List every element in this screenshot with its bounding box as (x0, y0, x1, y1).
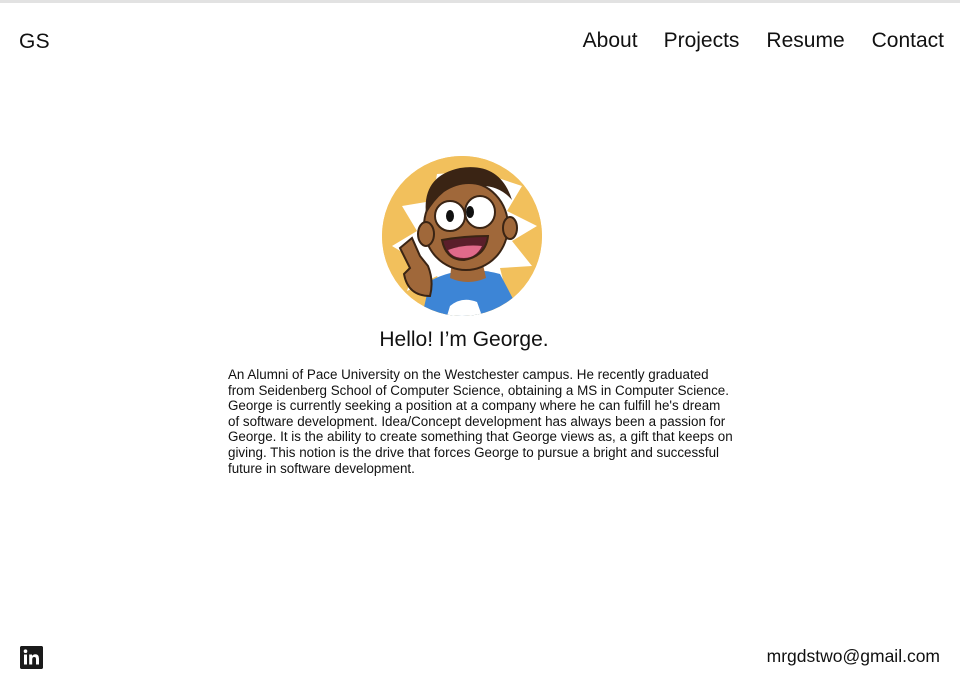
nav-contact[interactable]: Contact (872, 29, 944, 53)
main-nav: About Projects Resume Contact (583, 29, 944, 53)
hero-bio: An Alumni of Pace University on the West… (228, 367, 733, 476)
linkedin-icon (20, 646, 43, 669)
avatar (382, 156, 542, 316)
nav-resume[interactable]: Resume (766, 29, 844, 53)
top-border (0, 0, 960, 3)
nav-projects[interactable]: Projects (664, 29, 740, 53)
site-logo[interactable]: GS (19, 30, 50, 54)
avatar-illustration (382, 156, 542, 316)
nav-about[interactable]: About (583, 29, 638, 53)
hero-greeting: Hello! I’m George. (379, 328, 549, 351)
linkedin-link[interactable] (20, 646, 43, 669)
contact-email[interactable]: mrgdstwo@gmail.com (767, 646, 940, 667)
